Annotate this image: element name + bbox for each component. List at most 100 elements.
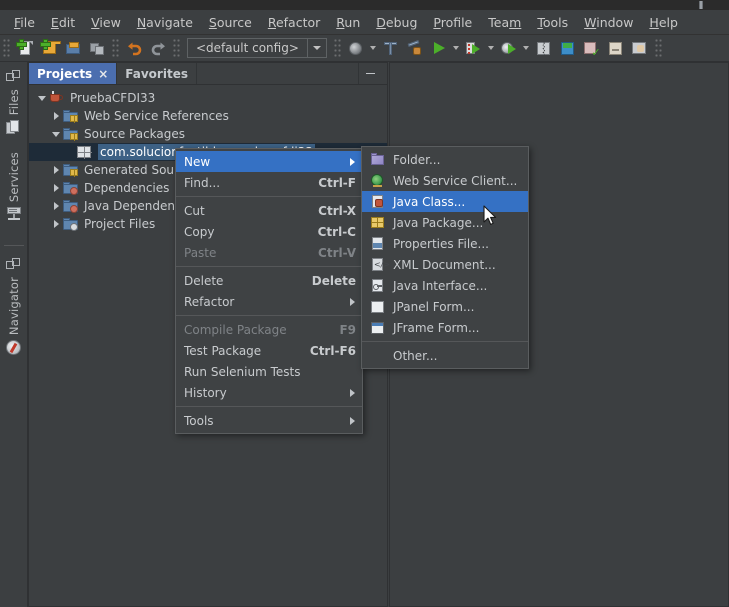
new-submenu-item-label: Java Class... <box>393 195 522 209</box>
tree-twisty-open-icon[interactable] <box>35 89 49 107</box>
hand-doc-icon <box>631 40 648 57</box>
profile-project-button[interactable] <box>497 37 521 59</box>
java-package-icon <box>370 215 386 231</box>
toolbar-grip-3[interactable] <box>173 39 180 57</box>
rail-item-services[interactable]: Services <box>6 148 22 235</box>
save-button[interactable] <box>556 37 580 59</box>
xml-document-icon: </> <box>370 257 386 273</box>
menubar-item-team[interactable]: Team <box>480 12 529 33</box>
menu-separator <box>176 196 362 197</box>
menubar-item-profile[interactable]: Profile <box>425 12 480 33</box>
toolbar-grip-5[interactable] <box>655 39 662 57</box>
save-all-icon <box>89 40 106 57</box>
context-menu-item-refactor[interactable]: Refactor <box>176 291 362 312</box>
deploy-dropdown-icon[interactable] <box>368 37 379 59</box>
profile-dropdown-icon[interactable] <box>521 37 532 59</box>
menubar-item-debug[interactable]: Debug <box>368 12 425 33</box>
tree-twisty-open-icon[interactable] <box>49 125 63 143</box>
config-combo[interactable]: <default config> <box>187 38 327 58</box>
new-submenu-item-label: Properties File... <box>393 237 522 251</box>
rail-bottom-group: Navigator <box>6 254 21 368</box>
submenu-arrow-icon <box>348 417 356 425</box>
toolbar-grip-4[interactable] <box>334 39 341 57</box>
menubar-item-help[interactable]: Help <box>641 12 686 33</box>
submenu-arrow-icon <box>348 389 356 397</box>
left-rail: Files Services Navigator <box>0 62 28 607</box>
torn-page-button[interactable] <box>532 37 556 59</box>
menubar-item-run[interactable]: Run <box>328 12 368 33</box>
context-menu-item-label: Refactor <box>184 295 336 309</box>
new-submenu-item-java-interface[interactable]: Java Interface... <box>362 275 528 296</box>
context-menu-item-find[interactable]: Find...Ctrl-F <box>176 172 362 193</box>
tree-node[interactable]: PruebaCFDI33 <box>29 89 387 107</box>
new-submenu-item-java-class[interactable]: Java Class... <box>362 191 528 212</box>
tree-twisty-closed-icon[interactable] <box>49 179 63 197</box>
new-submenu-item-folder[interactable]: Folder... <box>362 149 528 170</box>
new-submenu-item-jframe-form[interactable]: JFrame Form... <box>362 317 528 338</box>
build-project-button[interactable] <box>379 37 403 59</box>
context-menu-item-label: Test Package <box>184 344 290 358</box>
tabstrip-pad <box>381 63 387 84</box>
tree-node[interactable]: Web Service References <box>29 107 387 125</box>
hand-doc-button[interactable] <box>628 37 652 59</box>
new-submenu-item-java-package[interactable]: Java Package... <box>362 212 528 233</box>
menubar-item-edit[interactable]: Edit <box>43 12 83 33</box>
menubar-item-file[interactable]: File <box>6 12 43 33</box>
package-icon <box>77 144 93 160</box>
save-all-button[interactable] <box>85 37 109 59</box>
tree-twisty-closed-icon[interactable] <box>49 161 63 179</box>
run-dropdown-icon[interactable] <box>451 37 462 59</box>
torn-check-button[interactable]: ✓ <box>580 37 604 59</box>
drawer-button[interactable] <box>604 37 628 59</box>
close-icon[interactable]: × <box>98 68 108 80</box>
menubar-item-navigate[interactable]: Navigate <box>129 12 201 33</box>
menubar-item-tools[interactable]: Tools <box>529 12 576 33</box>
chevron-down-icon[interactable] <box>307 39 326 57</box>
tree-node-label: PruebaCFDI33 <box>70 91 155 105</box>
rail-item-navigator[interactable]: Navigator <box>6 254 21 368</box>
new-submenu-item-xml-document[interactable]: </>XML Document... <box>362 254 528 275</box>
tree-twisty-closed-icon[interactable] <box>49 107 63 125</box>
toolbar-grip-2[interactable] <box>112 39 119 57</box>
context-menu-item-history[interactable]: History <box>176 382 362 403</box>
tree-twisty-closed-icon[interactable] <box>49 215 63 233</box>
context-menu-item-new[interactable]: New <box>176 151 362 172</box>
new-submenu-item-jpanel-form[interactable]: JPanel Form... <box>362 296 528 317</box>
deploy-button[interactable] <box>344 37 368 59</box>
web-service-icon <box>370 173 386 189</box>
context-menu-item-tools[interactable]: Tools <box>176 410 362 431</box>
context-menu-item-run-selenium-tests[interactable]: Run Selenium Tests <box>176 361 362 382</box>
debug-dropdown-icon[interactable] <box>486 37 497 59</box>
debug-project-button[interactable] <box>462 37 486 59</box>
rail-top-group: Files Services <box>6 66 22 235</box>
run-project-button[interactable] <box>427 37 451 59</box>
debug-icon <box>465 40 482 57</box>
new-submenu-item-properties-file[interactable]: Properties File... <box>362 233 528 254</box>
minimize-button[interactable] <box>359 63 381 84</box>
context-menu-item-test-package[interactable]: Test PackageCtrl-F6 <box>176 340 362 361</box>
server-icon <box>6 207 22 222</box>
context-menu-item-delete[interactable]: DeleteDelete <box>176 270 362 291</box>
open-project-button[interactable] <box>61 37 85 59</box>
undo-icon <box>126 40 143 57</box>
menubar-item-refactor[interactable]: Refactor <box>260 12 328 33</box>
tab-projects[interactable]: Projects × <box>29 63 117 84</box>
tree-node[interactable]: Source Packages <box>29 125 387 143</box>
menubar-item-window[interactable]: Window <box>576 12 641 33</box>
new-submenu-item-web-service-client[interactable]: Web Service Client... <box>362 170 528 191</box>
menubar-item-source[interactable]: Source <box>201 12 260 33</box>
properties-file-icon <box>370 236 386 252</box>
context-menu-item-copy[interactable]: CopyCtrl-C <box>176 221 362 242</box>
context-menu-item-cut[interactable]: CutCtrl-X <box>176 200 362 221</box>
rail-item-files[interactable]: Files <box>6 66 21 148</box>
new-submenu-item-other[interactable]: Other... <box>362 345 528 366</box>
tab-favorites[interactable]: Favorites <box>117 63 197 84</box>
toolbar-grip[interactable] <box>3 39 10 57</box>
undo-button[interactable] <box>122 37 146 59</box>
new-file-button[interactable] <box>13 37 37 59</box>
clean-build-button[interactable] <box>403 37 427 59</box>
redo-button[interactable] <box>146 37 170 59</box>
menubar-item-view[interactable]: View <box>83 12 129 33</box>
new-project-button[interactable] <box>37 37 61 59</box>
tree-twisty-closed-icon[interactable] <box>49 197 63 215</box>
